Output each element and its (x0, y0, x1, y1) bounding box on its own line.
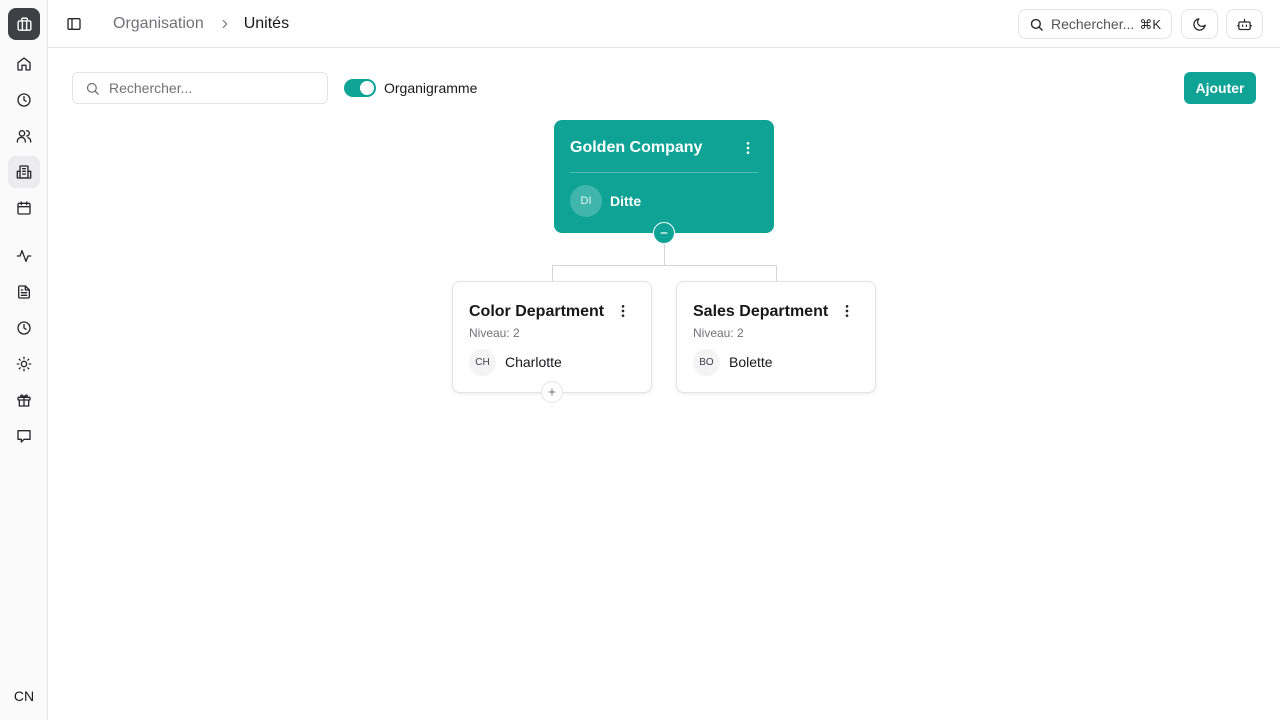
search-icon (86, 82, 99, 95)
user-avatar[interactable]: CN (8, 680, 40, 712)
top-header: Organisation Unités Rechercher... ⌘K (48, 0, 1280, 48)
manager-avatar: BO (693, 349, 720, 376)
sidebar-item-time[interactable] (8, 84, 40, 116)
more-vertical-icon[interactable] (615, 303, 631, 319)
sidebar-item-documents[interactable] (8, 276, 40, 308)
manager-avatar: DI (570, 185, 602, 217)
theme-toggle-button[interactable] (1181, 9, 1218, 39)
moon-icon (1193, 17, 1206, 31)
app-logo-button[interactable] (8, 8, 40, 40)
document-icon (18, 285, 30, 299)
sidebar-item-messages[interactable] (8, 420, 40, 452)
tree-connector (552, 265, 777, 266)
sidebar-item-settings[interactable] (8, 348, 40, 380)
breadcrumb-parent-link[interactable]: Organisation (113, 14, 204, 34)
toggle-sidebar-button[interactable] (62, 12, 86, 36)
assistant-button[interactable] (1226, 9, 1263, 39)
sidebar-item-history[interactable] (8, 312, 40, 344)
tree-connector (776, 265, 777, 281)
org-unit-title: Color Department (469, 303, 605, 320)
sidebar-item-activity[interactable] (8, 240, 40, 272)
activity-icon (16, 250, 32, 262)
global-search-button[interactable]: Rechercher... ⌘K (1018, 9, 1172, 39)
units-search-box (72, 72, 328, 104)
minus-icon (660, 232, 668, 234)
sidebar-item-organisation[interactable] (8, 156, 40, 188)
org-unit-level: Niveau: 2 (693, 326, 744, 340)
building-icon (16, 165, 32, 179)
sidebar: CN (0, 0, 48, 720)
org-unit-level: Niveau: 2 (469, 326, 520, 340)
units-search-input[interactable] (73, 73, 327, 103)
orgchart-toggle-label: Organigramme (384, 80, 478, 96)
search-shortcut: ⌘K (1139, 17, 1161, 32)
more-vertical-icon[interactable] (740, 140, 756, 156)
breadcrumb-current: Unités (243, 15, 290, 32)
org-unit-card[interactable]: Color Department Niveau: 2 CH Charlotte (452, 281, 652, 393)
sidebar-item-employees[interactable] (8, 120, 40, 152)
briefcase-icon (16, 16, 32, 31)
history-icon (17, 321, 31, 335)
users-icon (16, 130, 32, 143)
calendar-icon (17, 201, 31, 215)
card-divider (570, 172, 758, 173)
more-vertical-icon[interactable] (839, 303, 855, 319)
sidebar-item-home[interactable] (8, 48, 40, 80)
org-unit-card[interactable]: Sales Department Niveau: 2 BO Bolette (676, 281, 876, 393)
chevron-right-icon (218, 17, 232, 31)
orgchart-toggle[interactable] (344, 79, 376, 97)
expand-children-button[interactable] (541, 381, 563, 403)
add-button[interactable]: Ajouter (1184, 72, 1256, 104)
plus-icon (548, 388, 556, 396)
gift-icon (17, 394, 31, 407)
sun-icon (16, 356, 32, 372)
message-icon (17, 430, 31, 443)
manager-avatar: CH (469, 349, 496, 376)
org-unit-title: Sales Department (693, 303, 829, 320)
clock-icon (17, 93, 31, 107)
org-unit-card-root[interactable]: Golden Company DI Ditte (554, 120, 774, 233)
sidebar-item-benefits[interactable] (8, 384, 40, 416)
search-icon (1030, 18, 1043, 31)
toggle-thumb (360, 81, 374, 95)
bot-icon (1237, 18, 1252, 30)
tree-connector (552, 265, 553, 281)
collapse-children-button[interactable] (653, 222, 675, 244)
manager-name: Bolette (729, 354, 773, 370)
tree-connector (664, 244, 665, 265)
org-unit-title: Golden Company (570, 139, 703, 156)
manager-name: Ditte (610, 193, 642, 209)
sidebar-panel-icon (67, 18, 81, 30)
sidebar-item-calendar[interactable] (8, 192, 40, 224)
breadcrumb: Organisation Unités (113, 14, 289, 34)
global-search-label: Rechercher... (1051, 16, 1135, 32)
home-icon (17, 57, 31, 71)
manager-name: Charlotte (505, 354, 562, 370)
